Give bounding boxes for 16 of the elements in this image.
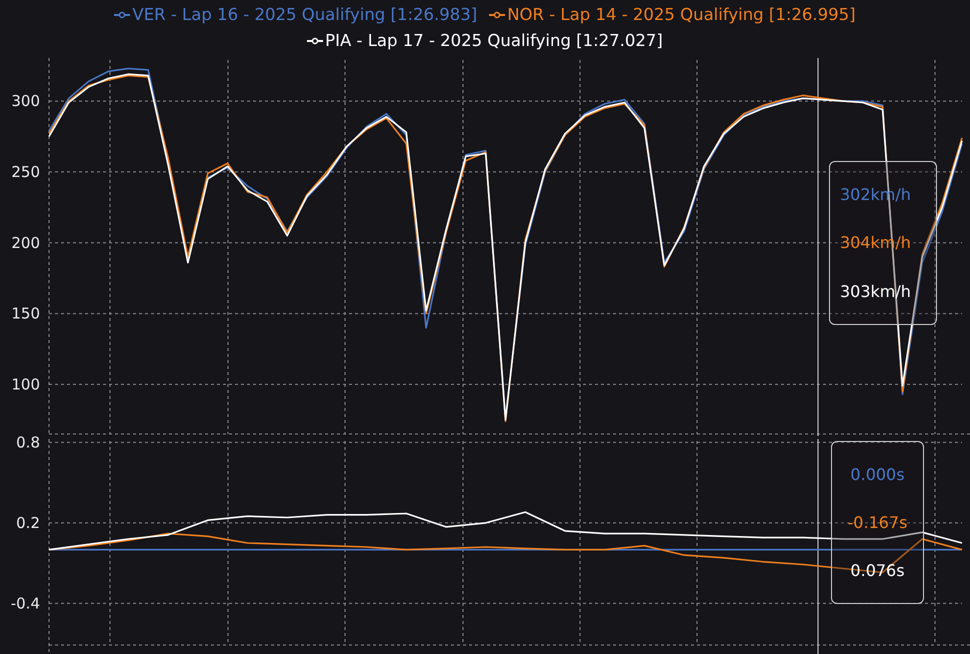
axis-tick-label: 100 — [11, 375, 40, 394]
axis-tick-label: 0.2 — [16, 514, 40, 532]
axis-tick-label: 150 — [11, 304, 40, 323]
line-marker-icon — [489, 11, 506, 19]
legend-item[interactable]: PIA - Lap 17 - 2025 Qualifying [1:27.027] — [307, 30, 663, 52]
tooltip-value: -0.167s — [848, 512, 908, 532]
tooltip-value: 0.000s — [850, 464, 905, 484]
axis-tick-label: 250 — [11, 162, 40, 181]
legend-item[interactable]: NOR - Lap 14 - 2025 Qualifying [1:26.995] — [489, 4, 856, 26]
axis-tick-label: 200 — [11, 234, 40, 252]
axis-tick-label: 0.8 — [16, 436, 40, 452]
axis-tick-label: -0.4 — [10, 594, 40, 612]
line-marker-icon — [114, 11, 130, 19]
line-marker-icon — [307, 37, 324, 45]
legend-item[interactable]: VER - Lap 16 - 2025 Qualifying [1:26.983] — [114, 4, 478, 26]
axis-tick-label: 300 — [11, 92, 40, 110]
